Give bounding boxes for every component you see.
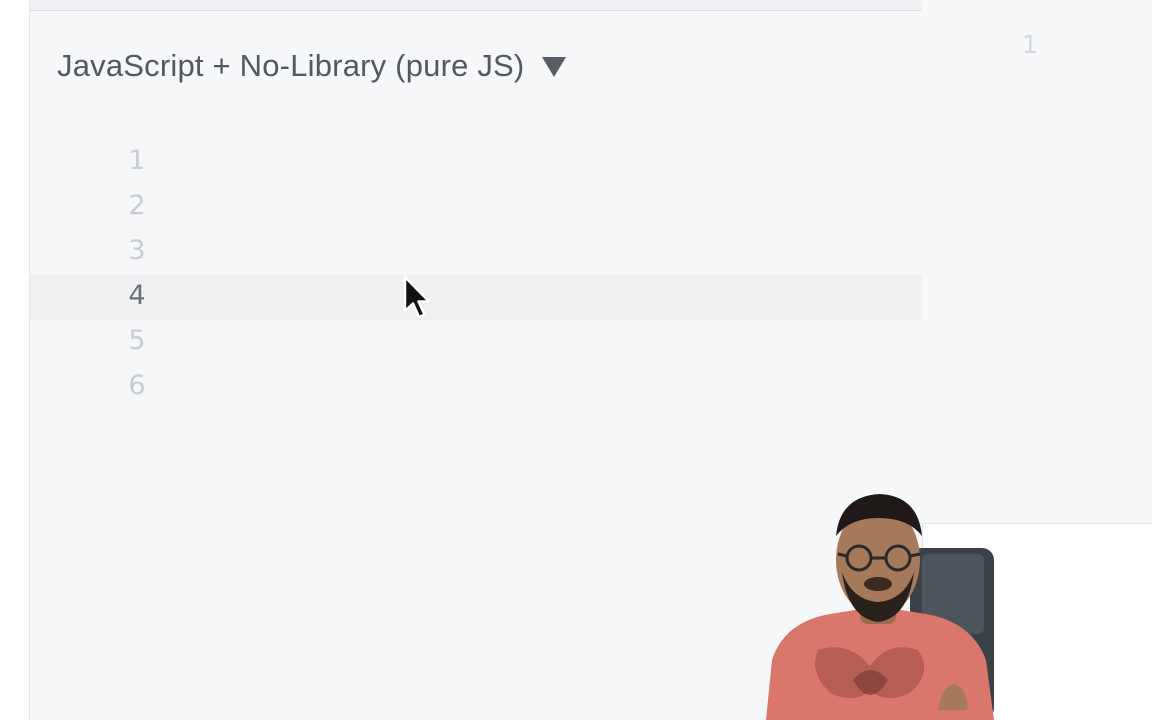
language-selector[interactable]: JavaScript + No-Library (pure JS): [57, 46, 567, 86]
line-number: 5: [128, 325, 146, 356]
output-panel[interactable]: 1: [922, 0, 1152, 524]
language-label: JavaScript + No-Library (pure JS): [57, 48, 525, 83]
line-number: 2: [128, 190, 146, 221]
code-editor[interactable]: 1 2 3 4 5 6: [30, 140, 922, 410]
code-line[interactable]: 1: [30, 140, 922, 185]
code-line[interactable]: 6: [30, 365, 922, 410]
code-line[interactable]: 5: [30, 320, 922, 365]
code-line[interactable]: 3: [30, 230, 922, 275]
line-number: 1: [128, 145, 146, 176]
code-line-active[interactable]: 4: [30, 275, 922, 320]
line-number: 4: [128, 280, 146, 311]
panel-top-strip: [30, 0, 922, 11]
output-line-number: 1: [1022, 30, 1038, 59]
line-number: 6: [128, 370, 146, 401]
presenter-webcam-video: [766, 494, 994, 720]
line-number: 3: [128, 235, 146, 266]
triangle-down-icon[interactable]: [542, 57, 567, 77]
mouse-cursor-icon: [403, 275, 431, 319]
code-line[interactable]: 2: [30, 185, 922, 230]
